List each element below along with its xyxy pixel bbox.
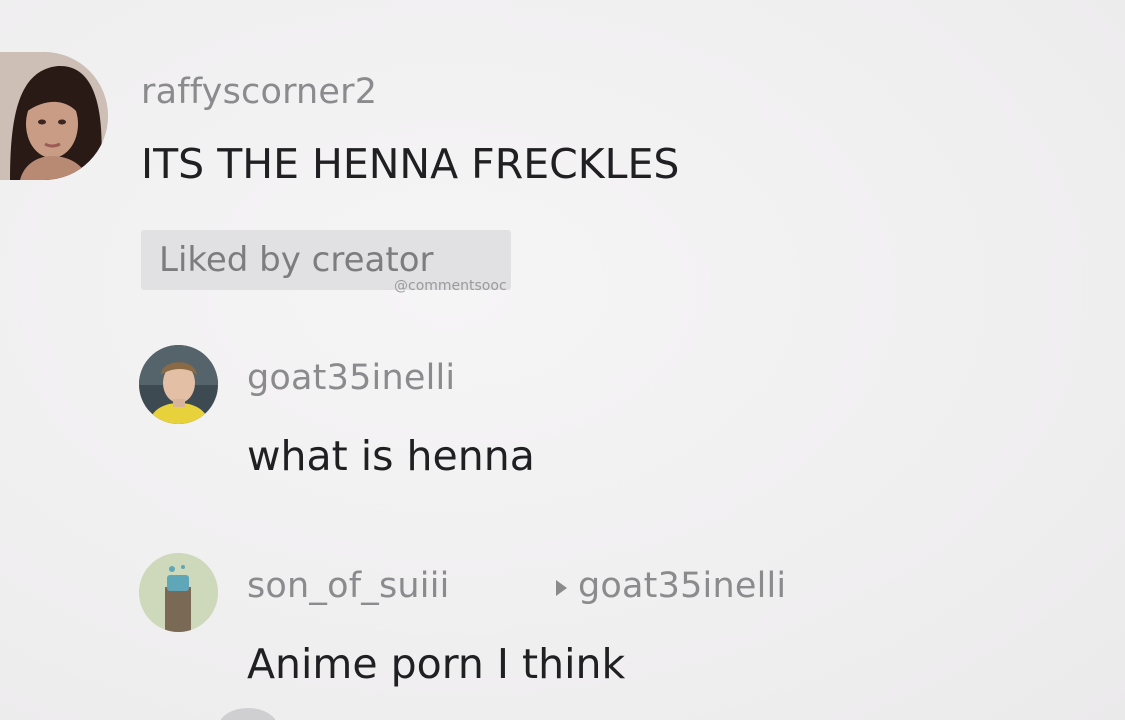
- comment-text: ITS THE HENNA FRECKLES: [141, 140, 680, 188]
- user-avatar-raffyscorner2[interactable]: [0, 52, 108, 180]
- cartoon-figure-avatar-icon: [139, 553, 218, 632]
- reply-arrow-icon: [556, 580, 567, 596]
- user-avatar-goat35inelli[interactable]: [139, 345, 218, 424]
- comment-username[interactable]: raffyscorner2: [141, 72, 377, 112]
- reply-to-username[interactable]: goat35inelli: [578, 566, 786, 606]
- comments-screen: raffyscorner2 ITS THE HENNA FRECKLES Lik…: [0, 0, 1125, 720]
- comment-username[interactable]: son_of_suiii: [247, 566, 450, 606]
- comment-username[interactable]: goat35inelli: [247, 358, 455, 398]
- woman-portrait-avatar-icon: [0, 52, 108, 180]
- man-portrait-avatar-icon: [139, 345, 218, 424]
- watermark: @commentsooc: [394, 278, 507, 294]
- comment-text: what is henna: [247, 432, 535, 480]
- user-avatar-son-of-suiii[interactable]: [139, 553, 218, 632]
- comment-text: Anime porn I think: [247, 640, 626, 688]
- next-comment-avatar[interactable]: [218, 708, 278, 720]
